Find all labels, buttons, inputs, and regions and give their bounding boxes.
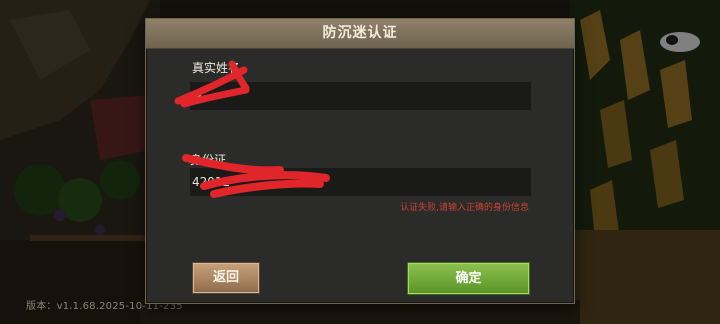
confirm-button[interactable]: 确定 [407, 262, 530, 295]
dialog-title: 防沉迷认证 [146, 19, 574, 49]
id-card-label: 身份证 [190, 153, 227, 167]
real-name-label: 真实姓名 [192, 61, 241, 75]
real-name-input[interactable] [190, 82, 531, 110]
back-button[interactable]: 返回 [192, 262, 260, 294]
anti-addiction-dialog: 防沉迷认证 真实姓名 身份证 认证失败,请输入正确的身份信息 返回 确定 [145, 18, 575, 304]
id-card-input[interactable] [190, 168, 531, 196]
auth-error-message: 认证失败,请输入正确的身份信息 [400, 203, 529, 213]
